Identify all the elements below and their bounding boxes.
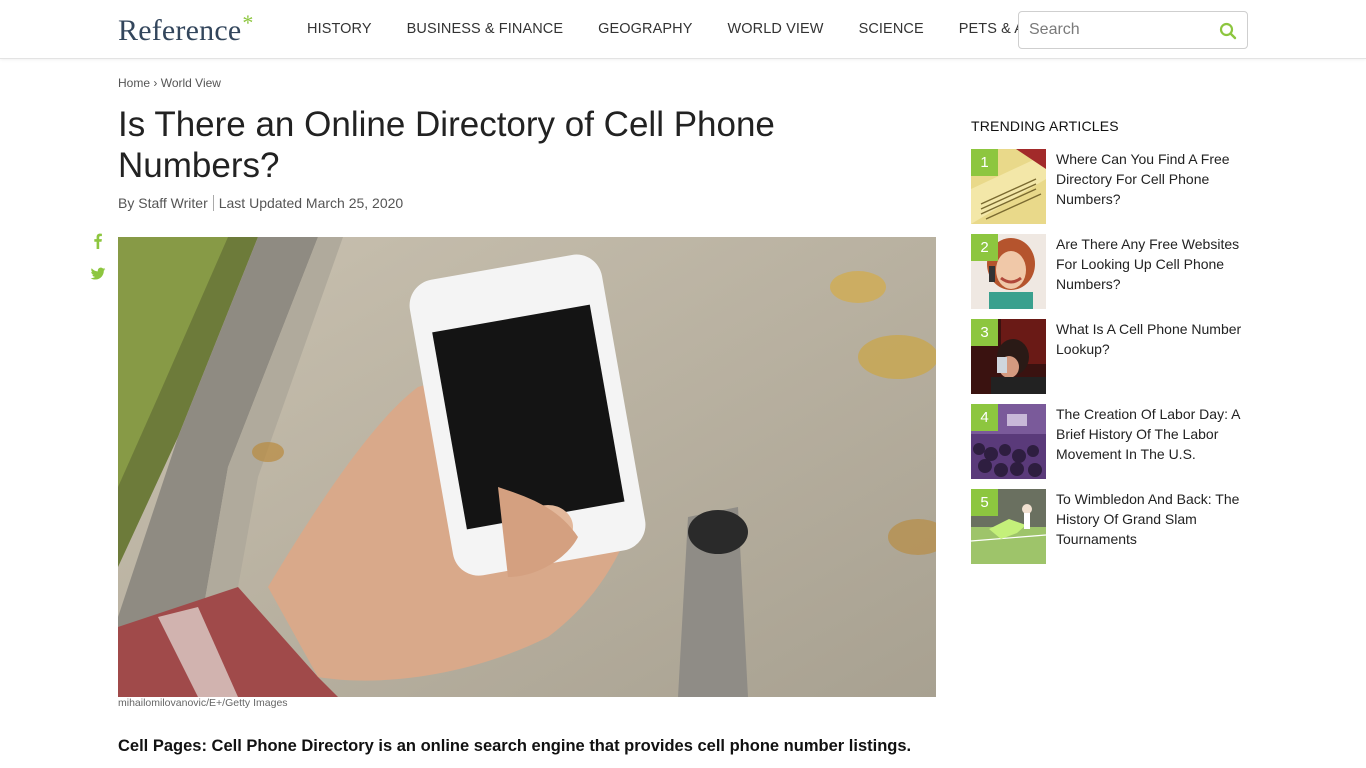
nav-business-finance[interactable]: BUSINESS & FINANCE — [407, 21, 564, 37]
author[interactable]: By Staff Writer — [118, 195, 208, 211]
trending-number: 2 — [971, 234, 998, 261]
breadcrumb-separator: › — [153, 76, 158, 90]
nav-geography[interactable]: GEOGRAPHY — [598, 21, 692, 37]
trending-heading: TRENDING ARTICLES — [971, 118, 1119, 134]
twitter-icon[interactable] — [90, 266, 106, 282]
search-input[interactable] — [1029, 20, 1209, 40]
hero-image — [118, 237, 936, 697]
trending-number: 5 — [971, 489, 998, 516]
main-nav: HISTORY BUSINESS & FINANCE GEOGRAPHY WOR… — [307, 21, 1114, 37]
page-title: Is There an Online Directory of Cell Pho… — [118, 105, 775, 185]
nav-science[interactable]: SCIENCE — [859, 21, 924, 37]
trending-title[interactable]: What Is A Cell Phone Number Lookup? — [1056, 319, 1246, 359]
logo-asterisk: * — [242, 10, 254, 35]
trending-item[interactable]: 5 To Wimbledon And Back: The History Of … — [971, 489, 1251, 565]
trending-thumbnail[interactable]: 3 — [971, 319, 1046, 394]
trending-item[interactable]: 2 Are There Any Free Websites For Lookin… — [971, 234, 1251, 310]
trending-item[interactable]: 4 The Creation Of Labor Day: A Brief His… — [971, 404, 1251, 480]
nav-history[interactable]: HISTORY — [307, 21, 372, 37]
trending-title[interactable]: Where Can You Find A Free Directory For … — [1056, 149, 1246, 209]
trending-number: 1 — [971, 149, 998, 176]
facebook-icon[interactable] — [90, 232, 106, 250]
trending-thumbnail[interactable]: 2 — [971, 234, 1046, 309]
byline: By Staff Writer Last Updated March 25, 20… — [118, 195, 403, 211]
trending-number: 3 — [971, 319, 998, 346]
trending-title[interactable]: Are There Any Free Websites For Looking … — [1056, 234, 1246, 294]
trending-title[interactable]: The Creation Of Labor Day: A Brief Histo… — [1056, 404, 1246, 464]
last-updated: Last Updated March 25, 2020 — [218, 195, 404, 211]
article-lede: Cell Pages: Cell Phone Directory is an o… — [118, 737, 912, 755]
breadcrumb-world-view[interactable]: World View — [161, 76, 221, 90]
trending-number: 4 — [971, 404, 998, 431]
trending-item[interactable]: 3 What Is A Cell Phone Number Lookup? — [971, 319, 1251, 395]
search-box — [1018, 11, 1248, 49]
trending-thumbnail[interactable]: 4 — [971, 404, 1046, 479]
breadcrumb: Home › World View — [118, 76, 221, 90]
byline-divider — [212, 195, 214, 211]
trending-thumbnail[interactable]: 5 — [971, 489, 1046, 564]
image-credit: mihailomilovanovic/E+/Getty Images — [118, 697, 288, 709]
nav-world-view[interactable]: WORLD VIEW — [728, 21, 824, 37]
trending-thumbnail[interactable]: 1 — [971, 149, 1046, 224]
site-header: Reference* HISTORY BUSINESS & FINANCE GE… — [0, 0, 1366, 59]
trending-title[interactable]: To Wimbledon And Back: The History Of Gr… — [1056, 489, 1246, 549]
trending-item[interactable]: 1 Where Can You Find A Free Directory Fo… — [971, 149, 1251, 225]
search-icon[interactable] — [1219, 22, 1237, 40]
breadcrumb-home[interactable]: Home — [118, 76, 150, 90]
site-logo[interactable]: Reference* — [118, 10, 254, 48]
